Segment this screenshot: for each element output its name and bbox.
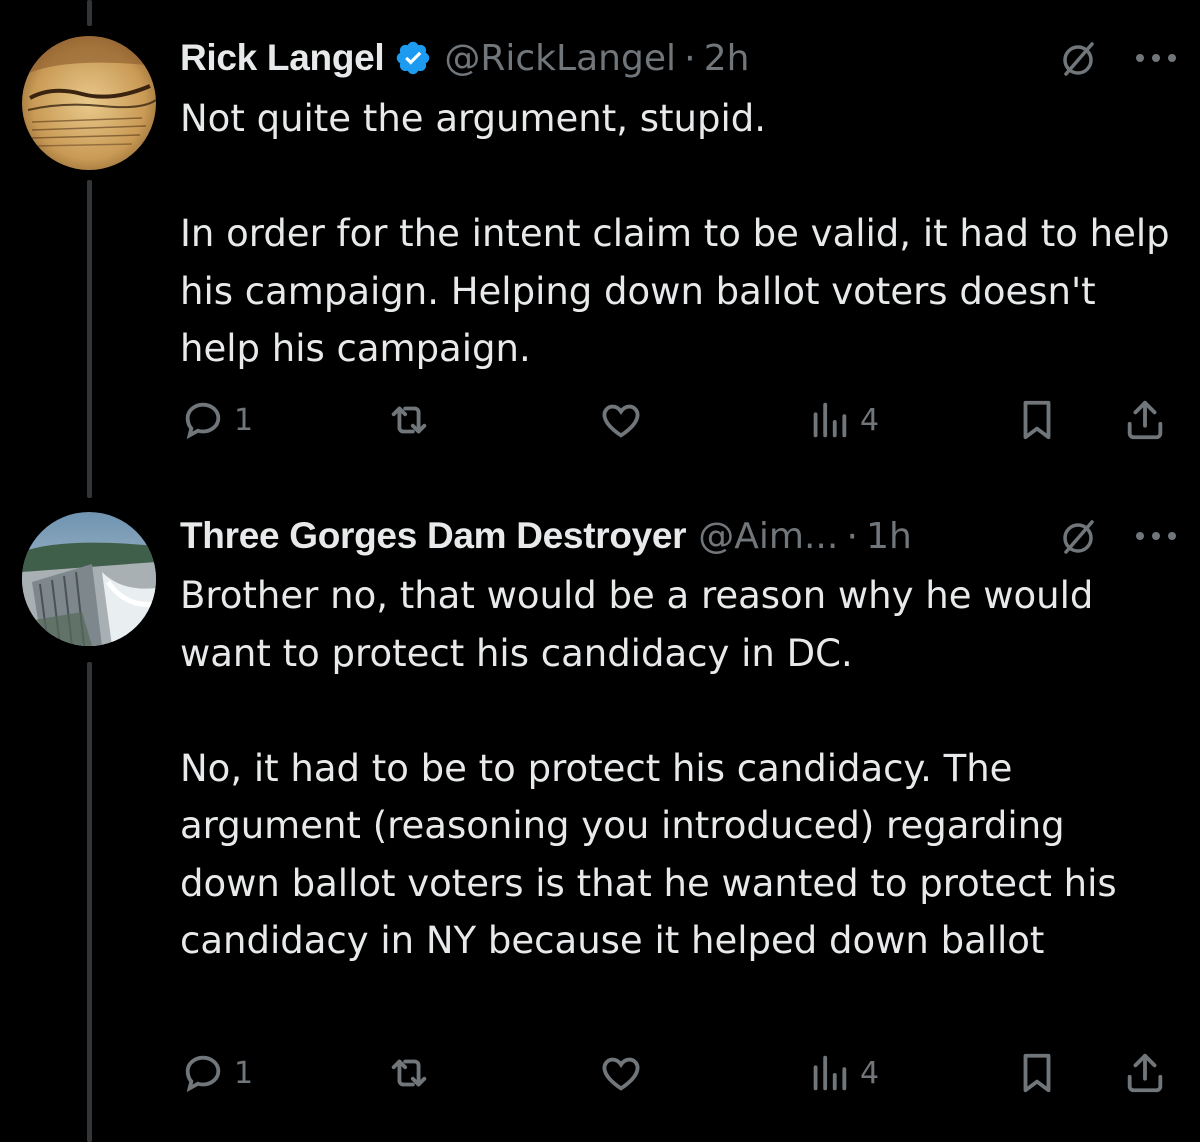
repost-button[interactable] [386,395,432,445]
avatar[interactable] [22,512,156,646]
tweet-text: Not quite the argument, stupid. In order… [180,90,1170,378]
separator: · [846,514,859,558]
separator: · [683,36,696,80]
share-button[interactable] [1122,395,1168,445]
share-icon [1127,400,1163,440]
repost-icon [391,1059,427,1087]
thread-line-middle [87,180,92,498]
timestamp[interactable]: 2h [704,38,750,79]
like-button[interactable] [598,1048,644,1098]
constitution-parchment-image [22,36,156,170]
views-count: 4 [860,1055,880,1091]
verified-badge-icon [394,39,432,77]
handle[interactable]: @RickLangel [444,38,676,79]
reply-icon [185,1055,221,1093]
tweet-header: Three Gorges Dam Destroyer @Aim... · 1h [180,506,912,566]
views-button[interactable]: 4 [806,395,879,445]
action-bar: 1 4 [180,1048,1180,1098]
views-icon [813,402,847,438]
share-button[interactable] [1122,1048,1168,1098]
tweet-text: Brother no, that would be a reason why h… [180,567,1170,970]
reply-button[interactable]: 1 [180,1048,253,1098]
like-button[interactable] [598,395,644,445]
tweet-paragraph: Not quite the argument, stupid. [180,97,767,140]
tweet-header: Rick Langel @RickLangel · 2h [180,28,749,88]
thread-line-top [87,0,92,26]
handle[interactable]: @Aim... [698,516,838,557]
avatar[interactable] [22,36,156,170]
repost-icon [391,406,427,434]
timestamp[interactable]: 1h [866,516,912,557]
grok-icon[interactable] [1056,514,1100,558]
repost-button[interactable] [386,1048,432,1098]
views-count: 4 [860,402,880,438]
tweet-paragraph: Brother no, that would be a reason why h… [180,574,1094,675]
heart-icon [602,1057,640,1091]
bookmark-button[interactable] [1014,395,1060,445]
more-options-icon[interactable] [1130,526,1182,546]
display-name[interactable]: Rick Langel [180,37,385,79]
action-bar: 1 4 [180,395,1180,445]
more-options-icon[interactable] [1130,48,1182,68]
views-icon [813,1055,847,1091]
bookmark-button[interactable] [1014,1048,1060,1098]
share-icon [1127,1053,1163,1093]
dam-photo-image [22,512,156,646]
views-button[interactable]: 4 [806,1048,879,1098]
tweet-paragraph: No, it had to be to protect his candidac… [180,746,1117,963]
display-name[interactable]: Three Gorges Dam Destroyer [180,515,687,557]
reply-icon [185,402,221,440]
reply-button[interactable]: 1 [180,395,253,445]
heart-icon [602,404,640,438]
grok-icon[interactable] [1056,36,1100,80]
thread-line-bottom [87,662,92,1142]
bookmark-icon [1023,1053,1051,1093]
reply-count: 1 [234,1055,254,1091]
bookmark-icon [1023,400,1051,440]
reply-count: 1 [234,402,254,438]
tweet-paragraph: In order for the intent claim to be vali… [180,212,1170,370]
